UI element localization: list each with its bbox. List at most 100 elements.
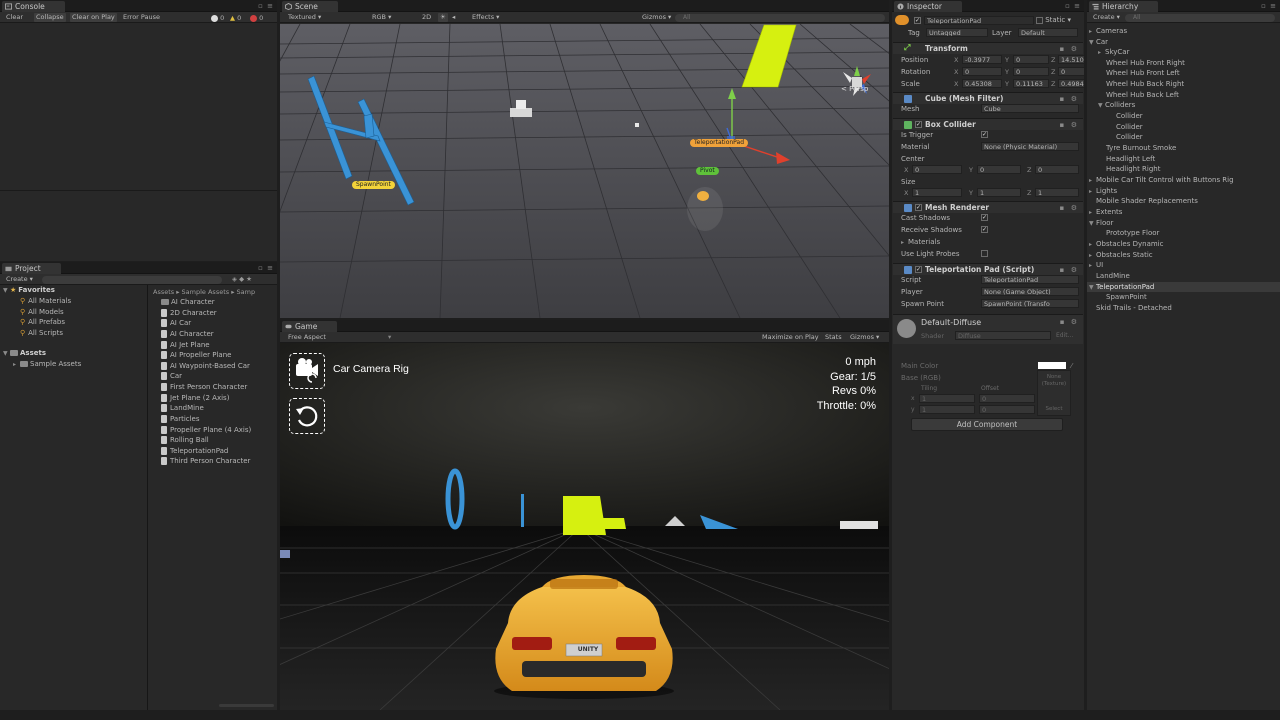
active-checkbox[interactable]: ✓ xyxy=(914,17,921,24)
materials-row[interactable]: ▸ Materials xyxy=(901,237,1080,247)
reset-button[interactable] xyxy=(289,398,325,434)
list-item[interactable]: Propeller Plane (4 Axis) xyxy=(161,425,251,435)
hierarchy-item[interactable]: SpawnPoint xyxy=(1087,292,1280,302)
list-item[interactable]: AI Jet Plane xyxy=(161,340,210,350)
hierarchy-item[interactable]: Prototype Floor xyxy=(1087,228,1280,238)
maximize-on-play-toggle[interactable]: Maximize on Play xyxy=(760,333,821,342)
audio-toggle-icon[interactable]: ◂ xyxy=(450,13,457,22)
script-header[interactable]: ✓ Teleportation Pad (Script) ▪ ⚙ xyxy=(893,263,1083,275)
favorite-item[interactable]: ⚲ All Scripts xyxy=(20,328,63,338)
position-y-field[interactable]: 0 xyxy=(1013,55,1049,64)
scale-y-field[interactable]: 0.11163 xyxy=(1013,79,1049,88)
scale-x-field[interactable]: 0.45308 xyxy=(962,79,1002,88)
transform-header[interactable]: ⤢ Transform ▪ ⚙ xyxy=(893,42,1083,54)
shader-dropdown[interactable]: Diffuse xyxy=(955,331,1051,340)
panel-menu-icon[interactable]: ▫ ≡ xyxy=(258,1,274,11)
hierarchy-item[interactable]: Mobile Shader Replacements xyxy=(1087,196,1280,206)
spawn-point-field[interactable]: SpawnPoint (Transfo xyxy=(981,299,1079,308)
cast-shadows-checkbox[interactable]: ✓ xyxy=(981,214,988,221)
offset-y-field[interactable]: 0 xyxy=(979,405,1035,414)
center-z-field[interactable]: 0 xyxy=(1035,165,1079,174)
shader-edit-button[interactable]: Edit... xyxy=(1056,332,1073,339)
hierarchy-item[interactable]: Headlight Left xyxy=(1087,154,1280,164)
size-z-field[interactable]: 1 xyxy=(1035,188,1079,197)
object-name-field[interactable]: TeleportationPad xyxy=(924,16,1034,25)
list-item[interactable]: 2D Character xyxy=(161,308,217,318)
main-color-swatch[interactable] xyxy=(1038,362,1066,369)
error-pause-button[interactable]: Error Pause xyxy=(121,13,162,22)
static-toggle[interactable]: Static ▾ xyxy=(1036,16,1071,24)
receive-shadows-checkbox[interactable]: ✓ xyxy=(981,226,988,233)
scene-search-input[interactable]: All xyxy=(675,14,885,22)
hierarchy-item[interactable]: ▸ Mobile Car Tilt Control with Buttons Ri… xyxy=(1087,175,1280,185)
scene-viewport[interactable]: SpawnPoint TeleportationPad Pivot < Pers… xyxy=(280,24,889,318)
offset-x-field[interactable]: 0 xyxy=(979,394,1035,403)
tab-game[interactable]: Game xyxy=(282,321,338,332)
aspect-chevron-icon[interactable]: ▾ xyxy=(386,333,393,342)
pivot-label[interactable]: Pivot xyxy=(696,167,719,175)
list-item[interactable]: AI Waypoint-Based Car xyxy=(161,361,250,371)
game-viewport[interactable]: UNITY Car Camera Rig 0 mph Gear: 1/5 Rev… xyxy=(280,343,889,710)
hierarchy-item[interactable]: ▼ Car xyxy=(1087,37,1280,47)
size-x-field[interactable]: 1 xyxy=(912,188,962,197)
hierarchy-item[interactable]: Wheel Hub Front Right xyxy=(1087,58,1280,68)
hierarchy-item[interactable]: Collider xyxy=(1087,132,1280,142)
rotation-y-field[interactable]: 0 xyxy=(1013,67,1049,76)
component-settings-icon[interactable]: ▪ ⚙ xyxy=(1060,43,1079,55)
hierarchy-item[interactable]: ▼ Colliders xyxy=(1087,100,1280,110)
position-z-field[interactable]: 14.5109 xyxy=(1058,55,1084,64)
favorite-item[interactable]: ⚲ All Models xyxy=(20,307,64,317)
tag-dropdown[interactable]: Untagged xyxy=(926,28,988,37)
script-field[interactable]: TeleportationPad xyxy=(981,275,1079,284)
list-item[interactable]: AI Propeller Plane xyxy=(161,350,231,360)
folder-item[interactable]: ▸ Sample Assets xyxy=(13,359,81,369)
center-x-field[interactable]: 0 xyxy=(912,165,962,174)
perspective-label[interactable]: < Persp xyxy=(841,85,868,93)
mesh-field[interactable]: Cube xyxy=(981,104,1079,113)
rotation-x-field[interactable]: 0 xyxy=(962,67,1002,76)
list-item[interactable]: Rolling Ball xyxy=(161,435,209,445)
console-divider[interactable] xyxy=(0,190,277,191)
clear-button[interactable]: Clear xyxy=(4,13,25,22)
hierarchy-item-selected[interactable]: ▼ TeleportationPad xyxy=(1087,282,1280,292)
box-collider-enabled-checkbox[interactable]: ✓ xyxy=(915,121,922,128)
hierarchy-item[interactable]: LandMine xyxy=(1087,271,1280,281)
2d-toggle[interactable]: 2D xyxy=(420,13,433,22)
assets-header[interactable]: ▼ Assets xyxy=(3,348,46,358)
list-item[interactable]: TeleportationPad xyxy=(161,446,228,456)
color-mode-dropdown[interactable]: RGB ▾ xyxy=(370,13,393,22)
filter-icons[interactable]: ◈ ◆ ★ xyxy=(232,274,252,285)
hierarchy-item[interactable]: Skid Trails - Detached xyxy=(1087,303,1280,313)
collapse-button[interactable]: Collapse xyxy=(34,13,66,22)
list-item[interactable]: Particles xyxy=(161,414,200,424)
list-item[interactable]: Third Person Character xyxy=(161,456,250,466)
is-trigger-checkbox[interactable]: ✓ xyxy=(981,131,988,138)
eyedropper-icon[interactable]: ⁄ xyxy=(1071,361,1072,371)
project-search-input[interactable] xyxy=(42,276,222,284)
size-y-field[interactable]: 1 xyxy=(977,188,1021,197)
favorite-item[interactable]: ⚲ All Prefabs xyxy=(20,317,65,327)
collider-material-field[interactable]: None (Physic Material) xyxy=(981,142,1079,151)
hierarchy-item[interactable]: Collider xyxy=(1087,122,1280,132)
game-gizmos-dropdown[interactable]: Gizmos ▾ xyxy=(848,333,881,342)
icon-size-slider[interactable] xyxy=(219,704,274,707)
lighting-toggle-icon[interactable]: ☀ xyxy=(438,13,448,22)
tab-project[interactable]: Project xyxy=(2,263,61,274)
favorites-header[interactable]: ▼ ★ Favorites xyxy=(3,285,55,295)
change-camera-button[interactable] xyxy=(289,353,325,389)
hierarchy-item[interactable]: Tyre Burnout Smoke xyxy=(1087,143,1280,153)
panel-menu-icon[interactable]: ▫ ≡ xyxy=(1261,1,1277,11)
info-toggle[interactable]: 0 xyxy=(211,13,224,24)
hierarchy-item[interactable]: ▸ SkyCar xyxy=(1087,47,1280,57)
component-settings-icon[interactable]: ▪ ⚙ xyxy=(1060,318,1079,326)
scale-z-field[interactable]: 0.49842 xyxy=(1058,79,1084,88)
mesh-renderer-enabled-checkbox[interactable]: ✓ xyxy=(915,204,922,211)
mesh-filter-header[interactable]: Cube (Mesh Filter) ▪ ⚙ xyxy=(893,92,1083,104)
hierarchy-create-dropdown[interactable]: Create ▾ xyxy=(1091,13,1122,22)
player-field[interactable]: None (Game Object) xyxy=(981,287,1079,296)
warning-toggle[interactable]: ▲ 0 xyxy=(230,13,241,24)
create-dropdown[interactable]: Create ▾ xyxy=(4,275,35,284)
panel-menu-icon[interactable]: ▫ ≡ xyxy=(258,263,274,273)
panel-menu-icon[interactable]: ▫ ≡ xyxy=(1065,1,1081,11)
material-header[interactable]: Default-Diffuse Shader Diffuse Edit... ▪… xyxy=(893,314,1083,344)
